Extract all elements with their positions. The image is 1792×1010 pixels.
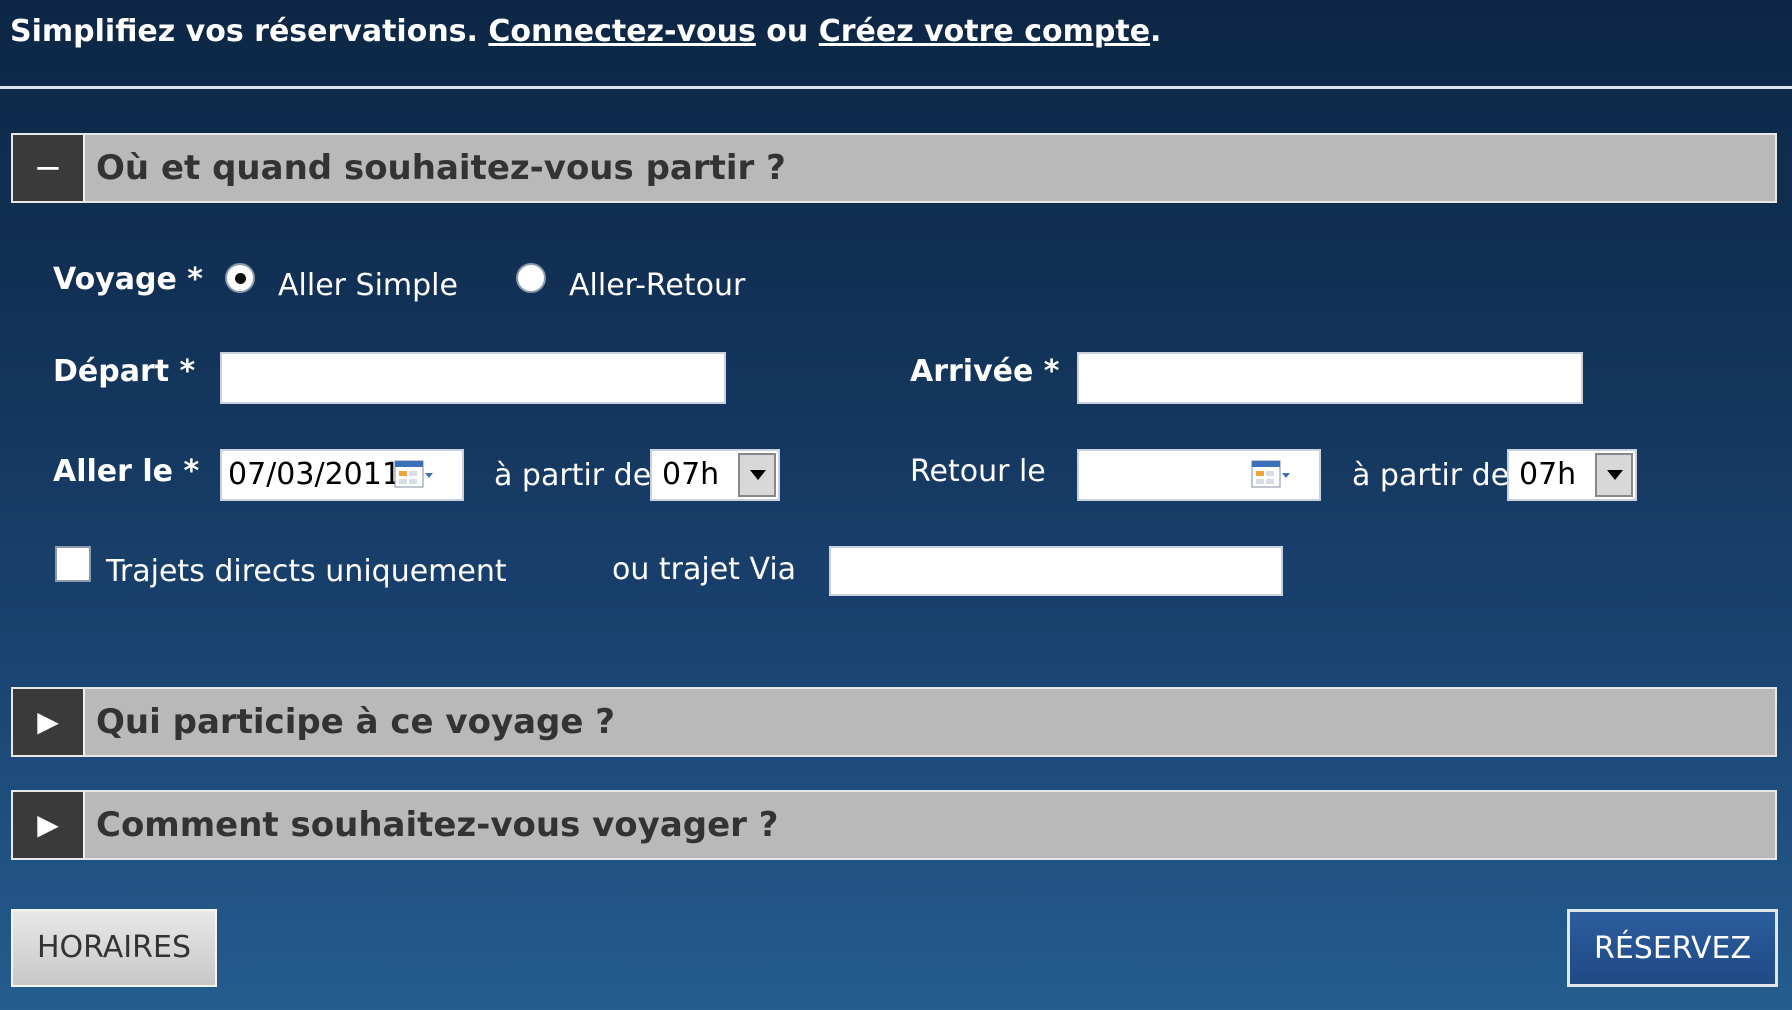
aller-from-label: à partir de xyxy=(494,458,652,493)
expand-icon[interactable]: ▶ xyxy=(13,792,85,858)
direct-only-checkbox[interactable] xyxy=(55,546,91,582)
chevron-down-icon[interactable] xyxy=(1595,453,1633,497)
collapse-icon[interactable]: − xyxy=(13,135,85,201)
aller-date-value: 07/03/2011 xyxy=(228,457,401,492)
section-how-travel[interactable]: ▶ Comment souhaitez-vous voyager ? xyxy=(11,790,1777,860)
reservez-button[interactable]: RÉSERVEZ xyxy=(1567,909,1778,987)
aller-time-select[interactable]: 07h xyxy=(650,449,780,501)
section-title: Où et quand souhaitez-vous partir ? xyxy=(96,148,786,188)
or-text: ou xyxy=(766,14,809,49)
retour-label: Retour le xyxy=(910,454,1046,489)
signup-link[interactable]: Créez votre compte xyxy=(819,14,1150,49)
section-where-when[interactable]: − Où et quand souhaitez-vous partir ? xyxy=(11,133,1777,203)
via-input[interactable] xyxy=(829,546,1283,596)
aller-time-value: 07h xyxy=(662,457,720,492)
aller-retour-label: Aller-Retour xyxy=(569,268,746,303)
retour-time-value: 07h xyxy=(1519,457,1577,492)
retour-time-select[interactable]: 07h xyxy=(1507,449,1637,501)
section-participants[interactable]: ▶ Qui participe à ce voyage ? xyxy=(11,687,1777,757)
horaires-button[interactable]: HORAIRES xyxy=(11,909,217,987)
retour-from-label: à partir de xyxy=(1352,458,1510,493)
depart-input[interactable] xyxy=(220,352,726,404)
account-prompt: Simplifiez vos réservations. Connectez-v… xyxy=(10,14,1161,49)
period: . xyxy=(1150,14,1162,49)
arrivee-input[interactable] xyxy=(1077,352,1583,404)
calendar-icon[interactable] xyxy=(394,459,434,491)
top-banner: Simplifiez vos réservations. Connectez-v… xyxy=(0,0,1792,89)
aller-date-input[interactable]: 07/03/2011 xyxy=(220,449,464,501)
aller-label: Aller le * xyxy=(53,454,200,489)
expand-icon[interactable]: ▶ xyxy=(13,689,85,755)
section-title: Qui participe à ce voyage ? xyxy=(96,702,616,742)
via-label: ou trajet Via xyxy=(612,552,797,587)
depart-label: Départ * xyxy=(53,354,196,389)
aller-simple-label: Aller Simple xyxy=(278,268,458,303)
direct-only-label: Trajets directs uniquement xyxy=(106,554,507,589)
calendar-icon[interactable] xyxy=(1251,459,1291,491)
chevron-down-icon[interactable] xyxy=(738,453,776,497)
radio-aller-simple[interactable] xyxy=(225,263,255,293)
voyage-label: Voyage * xyxy=(53,262,203,297)
section-title: Comment souhaitez-vous voyager ? xyxy=(96,805,779,845)
retour-date-input[interactable] xyxy=(1077,449,1321,501)
arrivee-label: Arrivée * xyxy=(910,354,1060,389)
account-prompt-lead: Simplifiez vos réservations. xyxy=(10,14,478,49)
login-link[interactable]: Connectez-vous xyxy=(488,14,755,49)
radio-aller-retour[interactable] xyxy=(516,263,546,293)
